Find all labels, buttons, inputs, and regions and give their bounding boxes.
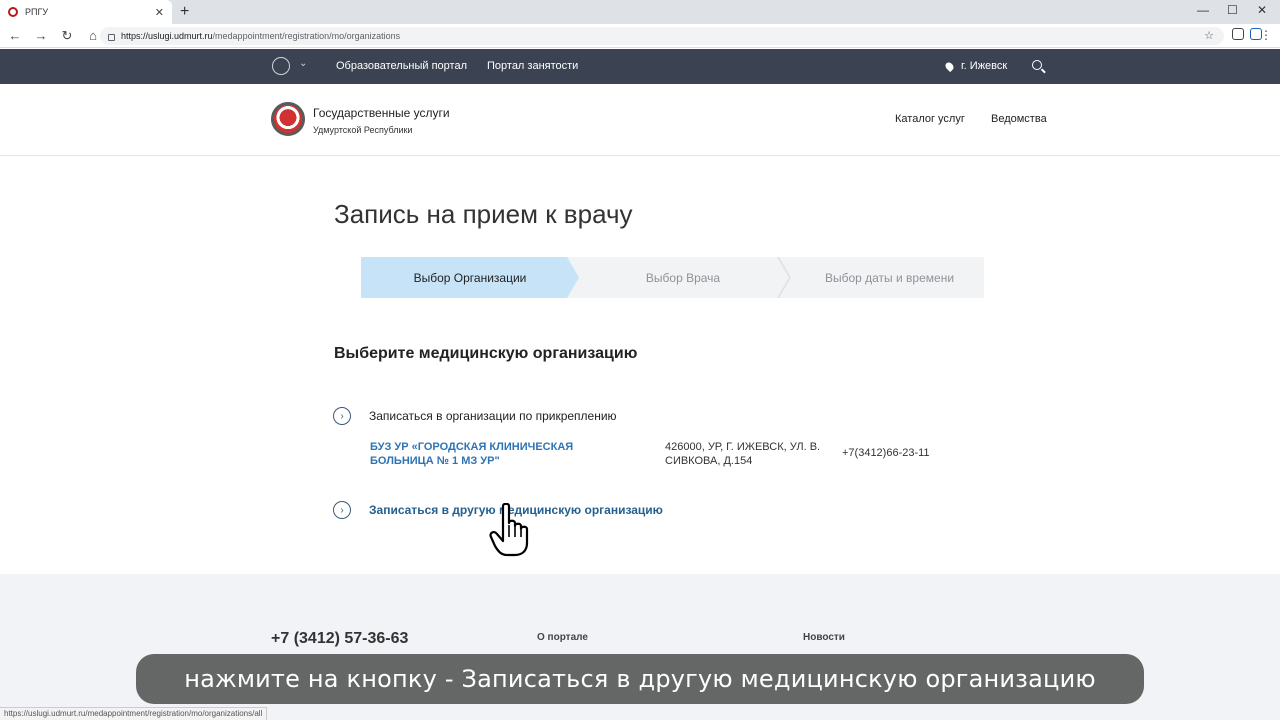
site-header: Государственные услуги Удмуртской Респуб… xyxy=(0,84,1280,156)
tutorial-caption: нажмите на кнопку - Записаться в другую … xyxy=(136,654,1144,704)
top-navigation: ⌄ Образовательный портал Портал занятост… xyxy=(0,49,1280,84)
expand-other-icon[interactable]: › xyxy=(333,501,351,519)
maximize-icon[interactable]: ☐ xyxy=(1227,3,1238,17)
city-label: г. Ижевск xyxy=(961,60,1008,72)
chevron-down-icon[interactable]: ⌄ xyxy=(299,58,307,69)
back-icon[interactable]: ← xyxy=(4,28,26,43)
tab-title: РПГУ xyxy=(25,7,49,17)
step-select-doctor: Выбор Врача xyxy=(567,257,789,298)
browser-tab-bar: РПГУ ✕ + — ☐ ✕ xyxy=(0,0,1280,24)
footer-phone[interactable]: +7 (3412) 57-36-63 xyxy=(271,630,408,648)
city-selector[interactable]: г. Ижевск xyxy=(943,60,1008,72)
footer-link-news[interactable]: Новости xyxy=(803,632,845,643)
new-tab-button[interactable]: + xyxy=(180,3,189,21)
close-tab-icon[interactable]: ✕ xyxy=(155,6,164,19)
topnav-link-education[interactable]: Образовательный портал xyxy=(336,60,467,72)
browser-tab[interactable]: РПГУ ✕ xyxy=(0,0,172,24)
url-path: /medappointment/registration/mo/organiza… xyxy=(212,31,401,41)
portal-subtitle: Удмуртской Республики xyxy=(313,125,413,135)
close-window-icon[interactable]: ✕ xyxy=(1257,3,1267,17)
site-favicon-icon xyxy=(8,7,18,17)
coat-of-arms-icon[interactable] xyxy=(272,57,290,75)
browser-toolbar: ← → ↻ ⌂ https://uslugi.udmurt.ru /medapp… xyxy=(0,24,1280,48)
step-select-organization: Выбор Организации xyxy=(361,257,579,298)
header-link-catalog[interactable]: Каталог услуг xyxy=(895,113,965,125)
location-pin-icon xyxy=(943,60,956,72)
section-title: Выберите медицинскую организацию xyxy=(334,345,638,362)
organization-address: 426000, УР, Г. ИЖЕВСК, УЛ. В. СИВКОВА, Д… xyxy=(665,441,821,467)
address-bar[interactable]: https://uslugi.udmurt.ru /medappointment… xyxy=(100,27,1224,45)
bookmark-star-icon[interactable]: ☆ xyxy=(1204,29,1214,42)
browser-menu-icon[interactable]: ⋮ xyxy=(1260,28,1272,42)
search-icon[interactable] xyxy=(1032,60,1042,70)
lock-icon xyxy=(108,33,115,41)
portal-logo-icon[interactable] xyxy=(271,102,305,136)
expand-attached-icon[interactable]: › xyxy=(333,407,351,425)
organization-name-link[interactable]: БУЗ УР «ГОРОДСКАЯ КЛИНИЧЕСКАЯ БОЛЬНИЦА №… xyxy=(370,440,610,468)
reload-icon[interactable]: ↻ xyxy=(56,28,78,44)
hand-pointer-cursor-icon xyxy=(489,503,529,557)
url-host: https://uslugi.udmurt.ru xyxy=(121,31,213,41)
organization-phone: +7(3412)66-23-11 xyxy=(842,447,930,459)
footer-link-about[interactable]: О портале xyxy=(537,632,588,643)
minimize-icon[interactable]: — xyxy=(1197,3,1209,17)
topnav-link-employment[interactable]: Портал занятости xyxy=(487,60,578,72)
step-select-datetime: Выбор даты и времени xyxy=(775,257,984,298)
browser-status-url: https://uslugi.udmurt.ru/medappointment/… xyxy=(0,707,268,720)
page-title: Запись на прием к врачу xyxy=(334,199,633,229)
attached-option-label[interactable]: Записаться в организации по прикреплению xyxy=(369,409,617,423)
portal-title[interactable]: Государственные услуги xyxy=(313,106,450,120)
forward-icon[interactable]: → xyxy=(30,28,52,43)
extension-icon[interactable] xyxy=(1232,28,1244,40)
header-link-departments[interactable]: Ведомства xyxy=(991,113,1047,125)
step-progress: Выбор Организации Выбор Врача Выбор даты… xyxy=(361,257,984,298)
